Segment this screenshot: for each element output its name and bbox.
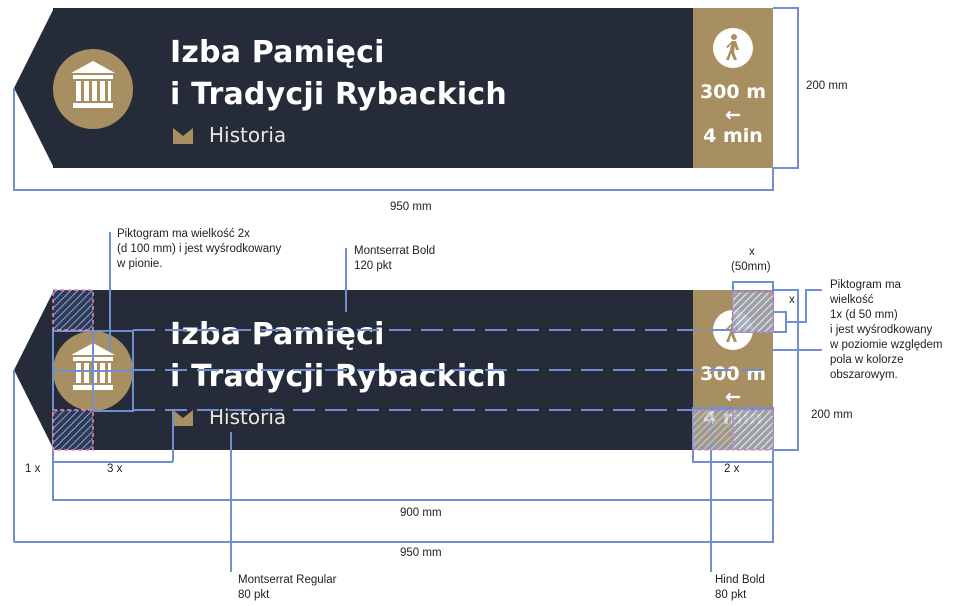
dim-900 [52, 462, 774, 501]
dim-950-bottom [14, 500, 774, 543]
dim-label-200-bottom: 200 mm [811, 409, 853, 421]
dim-label-950-bottom: 950 mm [400, 547, 442, 559]
dim-label-x-small: x [789, 294, 795, 306]
dim-label-200-top: 200 mm [806, 80, 848, 92]
note-font-distance: Hind Bold 80 pkt [715, 574, 765, 601]
dim-label-x: x [749, 246, 755, 258]
note-font-title: Montserrat Bold 120 pkt [354, 245, 436, 272]
dim-label-x-value: (50mm) [731, 261, 771, 273]
dim-200-top [773, 7, 799, 169]
dim-label-2x: 2 x [724, 463, 740, 475]
dim-label-3x: 3 x [107, 463, 123, 475]
note-pictogram-right: Piktogram ma wielkość 1x (d 50 mm) i jes… [830, 279, 943, 381]
dim-2x [692, 450, 774, 463]
note-pictogram-left: Piktogram ma wielkość 2x (d 100 mm) i je… [117, 228, 282, 270]
dim-x-top [732, 281, 774, 292]
dim-label-900: 900 mm [400, 507, 442, 519]
dim-label-1x: 1 x [25, 463, 41, 475]
note-font-category: Montserrat Regular 80 pkt [238, 574, 337, 601]
dim-950-top [13, 88, 774, 191]
dim-label-950-top: 950 mm [390, 201, 432, 213]
dim-x-side [773, 311, 787, 333]
